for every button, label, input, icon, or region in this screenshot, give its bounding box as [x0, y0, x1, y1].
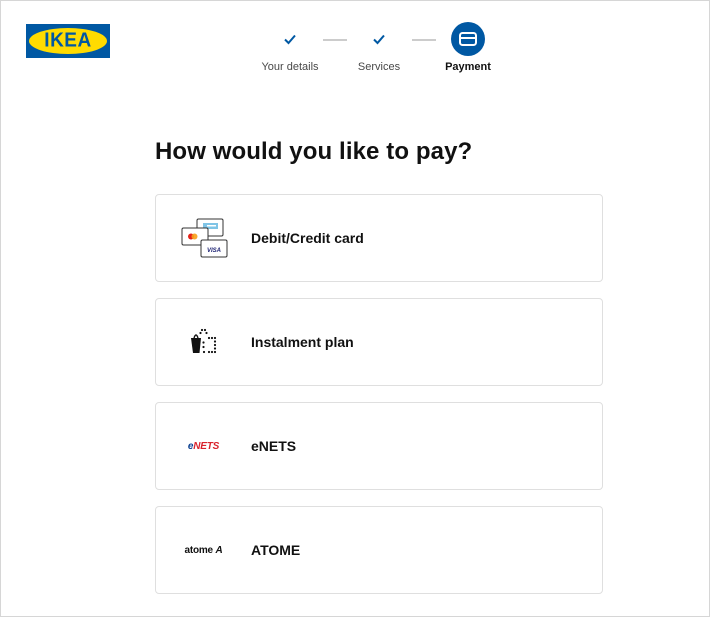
page-title: How would you like to pay? — [155, 138, 473, 165]
step-payment: Payment — [418, 22, 518, 73]
step-active-circle — [451, 22, 485, 56]
checkmark-icon — [373, 34, 385, 45]
step-check-circle — [273, 22, 307, 56]
step-check-circle — [362, 22, 396, 56]
step-label: Services — [357, 61, 401, 73]
step-label: Your details — [261, 61, 319, 73]
payment-option-label: eNETS — [251, 438, 297, 454]
payment-option-instalment[interactable]: Instalment plan — [155, 298, 603, 386]
credit-card-icon — [459, 32, 477, 46]
checkmark-icon — [284, 34, 296, 45]
cards-icon: VISA — [156, 194, 251, 282]
atome-logo: atome A — [184, 544, 223, 556]
step-label: Payment — [445, 61, 491, 73]
payment-option-label: Instalment plan — [251, 334, 354, 350]
payment-option-enets[interactable]: eNETS eNETS — [155, 402, 603, 490]
checkout-stepper: Your details Services Payment — [0, 22, 710, 82]
svg-text:VISA: VISA — [206, 248, 220, 254]
step-your-details[interactable]: Your details — [240, 22, 340, 73]
instalment-bag-icon — [156, 298, 251, 386]
payment-option-card[interactable]: VISA Debit/Credit card — [155, 194, 603, 282]
payment-option-label: Debit/Credit card — [251, 230, 364, 246]
enets-logo: eNETS — [187, 440, 220, 452]
step-services[interactable]: Services — [329, 22, 429, 73]
payment-option-atome[interactable]: atome A ATOME — [155, 506, 603, 594]
payment-option-label: ATOME — [251, 542, 301, 558]
